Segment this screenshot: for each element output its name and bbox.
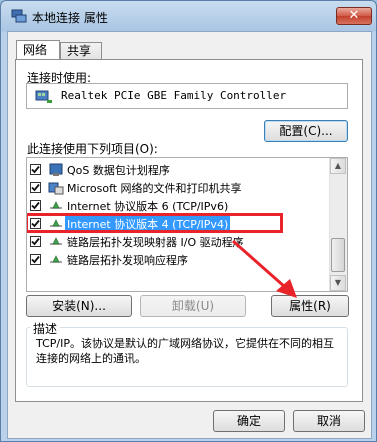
list-scrollbar[interactable]: ▲ ▼ (329, 158, 347, 291)
list-item[interactable]: QoS 数据包计划程序 (27, 161, 332, 179)
item-checkbox[interactable] (30, 254, 41, 265)
protocol-icon (48, 252, 64, 268)
item-label: 链路层拓扑发现映射器 I/O 驱动程序 (67, 236, 244, 249)
file-printer-share-icon (48, 180, 64, 196)
protocol-icon (48, 198, 64, 214)
items-list[interactable]: QoS 数据包计划程序 Microsoft 网络的文件和打印机共享 Internet… (26, 157, 348, 292)
close-button[interactable]: ✕ (336, 7, 372, 25)
tab-sharing[interactable]: 共享 (60, 42, 102, 60)
title-bar[interactable]: 本地连接 属性 ✕ (1, 1, 376, 31)
list-item[interactable]: Microsoft 网络的文件和打印机共享 (27, 179, 332, 197)
item-checkbox[interactable] (30, 164, 41, 175)
qos-icon (48, 162, 64, 178)
list-item[interactable]: 链路层拓扑发现映射器 I/O 驱动程序 (27, 233, 332, 251)
install-button[interactable]: 安装(N)... (26, 295, 132, 317)
scroll-thumb[interactable] (331, 238, 345, 272)
adapter-field: Realtek PCIe GBE Family Controller (26, 83, 348, 109)
item-checkbox[interactable] (30, 236, 41, 247)
properties-dialog: 本地连接 属性 ✕ 网络 共享 连接时使用: Realtek PCIe GBE … (0, 0, 377, 442)
item-label: Microsoft 网络的文件和打印机共享 (67, 182, 242, 195)
properties-button[interactable]: 属性(R) (271, 295, 349, 317)
items-label: 此连接使用下列项目(O): (27, 142, 158, 156)
scroll-down-button[interactable]: ▼ (330, 275, 346, 291)
scroll-up-button[interactable]: ▲ (330, 158, 346, 174)
adapter-name: Realtek PCIe GBE Family Controller (61, 89, 287, 102)
configure-button[interactable]: 配置(C)... (264, 120, 348, 142)
description-text: TCP/IP。该协议是默认的广域网络协议，它提供在不同的相互连接的网络上的通讯。 (36, 337, 334, 365)
ok-button[interactable]: 确定 (213, 410, 285, 432)
cancel-button[interactable]: 取消 (293, 410, 365, 432)
dialog-body: 网络 共享 连接时使用: Realtek PCIe GBE Family Con… (7, 31, 372, 439)
item-checkbox[interactable] (30, 200, 41, 211)
uninstall-button[interactable]: 卸载(U) (140, 295, 246, 317)
list-item[interactable]: 链路层拓扑发现响应程序 (27, 251, 332, 269)
protocol-icon (48, 234, 64, 250)
network-card-icon (35, 90, 52, 103)
item-label: QoS 数据包计划程序 (67, 164, 170, 177)
window-title: 本地连接 属性 (32, 11, 108, 25)
description-legend: 描述 (30, 320, 61, 337)
ipv4-highlight-box (27, 213, 283, 233)
item-label: Internet 协议版本 6 (TCP/IPv6) (67, 200, 229, 213)
item-label: 链路层拓扑发现响应程序 (67, 254, 188, 267)
tab-network[interactable]: 网络 (16, 40, 60, 60)
item-checkbox[interactable] (30, 182, 41, 193)
network-adapter-icon (11, 9, 27, 23)
